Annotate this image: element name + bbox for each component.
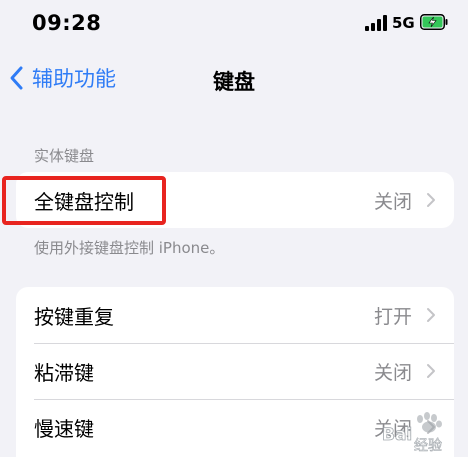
chevron-right-icon xyxy=(427,364,435,378)
row-value: 关闭 xyxy=(373,190,412,213)
highlight-annotation xyxy=(2,176,166,225)
page-title: 键盘 xyxy=(213,70,255,94)
battery-charging-icon xyxy=(420,14,448,30)
baidu-watermark-logo: Bai 经验 xyxy=(382,412,442,454)
row-value: 打开 xyxy=(373,305,412,328)
svg-text:经验: 经验 xyxy=(414,438,442,454)
status-time: 09:28 xyxy=(32,11,102,35)
row-value: 关闭 xyxy=(373,361,412,384)
navigation-bar: 辅助功能 键盘 xyxy=(0,50,468,106)
row-label: 按键重复 xyxy=(34,304,114,329)
row-sticky-keys[interactable]: 粘滞键 关闭 xyxy=(16,343,454,399)
screen: 09:28 5G 辅助功能 键盘 实体键盘 全键盘控制 关闭 使用外接键盘控制 … xyxy=(0,0,468,457)
cellular-signal-icon xyxy=(365,15,387,31)
section-header-physical-keyboard: 实体键盘 xyxy=(34,147,95,165)
svg-text:Bai: Bai xyxy=(382,425,412,445)
row-label: 粘滞键 xyxy=(34,360,94,385)
row-label: 慢速键 xyxy=(34,416,94,441)
network-type: 5G xyxy=(392,14,415,32)
status-bar: 09:28 5G xyxy=(0,0,468,46)
chevron-right-icon xyxy=(427,308,435,322)
section-footer-note: 使用外接键盘控制 iPhone。 xyxy=(34,239,225,257)
chevron-right-icon xyxy=(427,193,435,207)
row-key-repeat[interactable]: 按键重复 打开 xyxy=(16,287,454,343)
